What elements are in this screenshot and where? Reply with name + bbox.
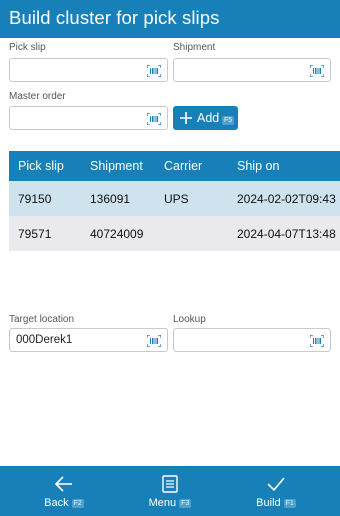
menu-shortcut-badge: F3 xyxy=(179,499,192,508)
column-header-shipment[interactable]: Shipment xyxy=(90,159,143,173)
lookup-input[interactable] xyxy=(173,328,331,352)
add-button[interactable]: Add F5 xyxy=(173,106,238,130)
app-header: Build cluster for pick slips xyxy=(0,0,340,38)
barcode-scan-icon[interactable] xyxy=(147,65,161,77)
cell-shipment: 40724009 xyxy=(90,227,144,241)
menu-label: Menu xyxy=(148,497,177,509)
column-header-pick-slip[interactable]: Pick slip xyxy=(18,159,64,173)
back-caption: Back F2 xyxy=(24,497,104,509)
barcode-scan-icon[interactable] xyxy=(147,335,161,347)
lookup-label: Lookup xyxy=(173,314,206,325)
column-header-ship-on[interactable]: Ship on xyxy=(237,159,279,173)
pick-slip-label: Pick slip xyxy=(9,42,46,53)
back-shortcut-badge: F2 xyxy=(71,499,84,508)
cell-pick-slip: 79571 xyxy=(18,227,52,241)
target-location-value: 000Derek1 xyxy=(16,334,73,346)
master-order-input[interactable] xyxy=(9,106,168,130)
add-button-label: Add xyxy=(197,111,220,125)
footer-toolbar: Back F2 Menu F3 Build F1 xyxy=(0,466,340,516)
page-title: Build cluster for pick slips xyxy=(9,7,220,28)
menu-caption: Menu F3 xyxy=(130,497,210,509)
table-header: Pick slip Shipment Carrier Ship on xyxy=(9,151,340,181)
master-order-label: Master order xyxy=(9,91,66,102)
barcode-scan-icon[interactable] xyxy=(310,335,324,347)
cell-ship-on: 2024-04-07T13:48 xyxy=(237,227,336,241)
barcode-scan-icon[interactable] xyxy=(310,65,324,77)
cell-pick-slip: 79150 xyxy=(18,192,52,206)
cell-ship-on: 2024-02-02T09:43 xyxy=(237,192,336,206)
shipment-label: Shipment xyxy=(173,42,216,53)
barcode-scan-icon[interactable] xyxy=(147,113,161,125)
table-row[interactable]: 79571 40724009 2024-04-07T13:48 xyxy=(9,216,340,251)
build-label: Build xyxy=(256,497,281,509)
back-button[interactable]: Back F2 xyxy=(24,466,104,516)
shipment-input[interactable] xyxy=(173,58,331,82)
checkmark-icon xyxy=(267,477,285,492)
pick-slip-input[interactable] xyxy=(9,58,168,82)
build-shortcut-badge: F1 xyxy=(283,499,296,508)
back-label: Back xyxy=(44,497,69,509)
cell-carrier: UPS xyxy=(164,192,189,206)
target-location-label: Target location xyxy=(9,314,75,325)
cell-shipment: 136091 xyxy=(90,192,131,206)
column-header-carrier[interactable]: Carrier xyxy=(164,159,202,173)
build-caption: Build F1 xyxy=(236,497,316,509)
add-shortcut-badge: F5 xyxy=(222,116,235,125)
arrow-left-icon xyxy=(54,476,72,492)
target-location-input[interactable]: 000Derek1 xyxy=(9,328,168,352)
menu-button[interactable]: Menu F3 xyxy=(130,466,210,516)
menu-icon xyxy=(162,475,178,493)
plus-icon xyxy=(180,112,192,124)
table-row[interactable]: 79150 136091 UPS 2024-02-02T09:43 xyxy=(9,181,340,216)
build-button[interactable]: Build F1 xyxy=(236,466,316,516)
